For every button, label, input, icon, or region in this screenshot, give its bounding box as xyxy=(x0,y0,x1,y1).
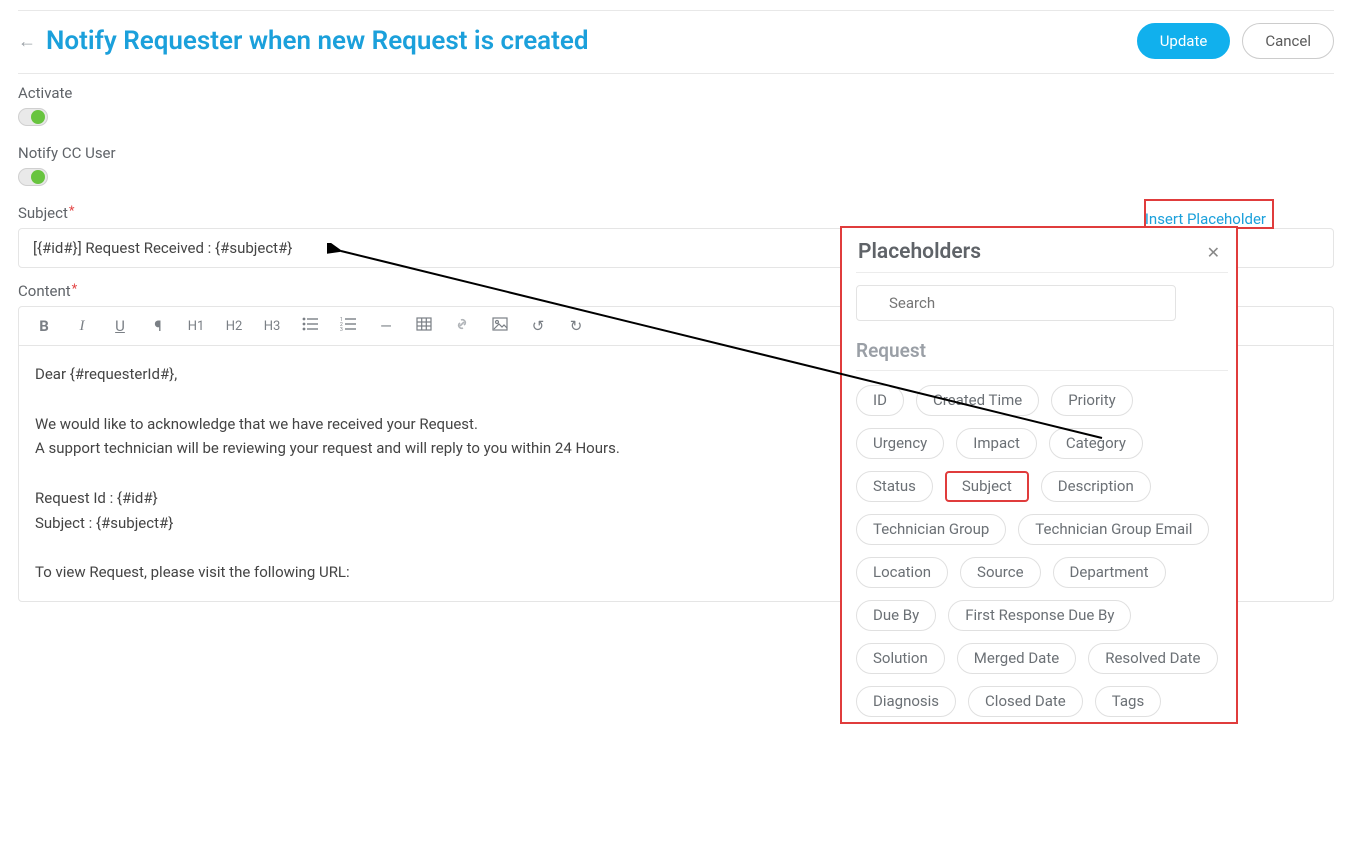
h1-icon[interactable]: H1 xyxy=(187,319,205,334)
chip-closed-date[interactable]: Closed Date xyxy=(968,686,1083,717)
chip-department[interactable]: Department xyxy=(1053,557,1166,588)
placeholders-title: Placeholders xyxy=(858,240,981,264)
chip-resolved-date[interactable]: Resolved Date xyxy=(1088,643,1217,674)
chip-source[interactable]: Source xyxy=(960,557,1040,588)
redo-icon[interactable]: ↻ xyxy=(567,317,585,335)
hr-icon[interactable]: — xyxy=(377,317,395,335)
close-icon[interactable]: ✕ xyxy=(1207,243,1220,262)
chip-due-by[interactable]: Due By xyxy=(856,600,936,631)
link-icon[interactable] xyxy=(453,317,471,335)
chip-created-time[interactable]: Created Time xyxy=(916,385,1039,416)
chip-impact[interactable]: Impact xyxy=(956,428,1037,459)
placeholder-search-input[interactable] xyxy=(856,285,1176,321)
svg-text:3: 3 xyxy=(340,327,343,331)
activate-label: Activate xyxy=(18,84,1334,102)
chip-status[interactable]: Status xyxy=(856,471,933,502)
underline-icon[interactable]: U xyxy=(111,317,129,335)
chip-category[interactable]: Category xyxy=(1049,428,1143,459)
notify-cc-label: Notify CC User xyxy=(18,144,1334,162)
undo-icon[interactable]: ↺ xyxy=(529,317,547,335)
placeholders-panel: Placeholders ✕ Request ID Created Time P… xyxy=(840,226,1238,724)
chip-id[interactable]: ID xyxy=(856,385,904,416)
back-arrow-icon[interactable]: ← xyxy=(18,31,36,52)
table-icon[interactable] xyxy=(415,317,433,335)
notify-cc-toggle[interactable] xyxy=(18,168,48,186)
chip-diagnosis[interactable]: Diagnosis xyxy=(856,686,956,717)
italic-icon[interactable]: I xyxy=(73,318,91,335)
h2-icon[interactable]: H2 xyxy=(225,319,243,334)
chip-technician-group[interactable]: Technician Group xyxy=(856,514,1006,545)
chip-urgency[interactable]: Urgency xyxy=(856,428,944,459)
cancel-button[interactable]: Cancel xyxy=(1242,23,1334,59)
bold-icon[interactable]: B xyxy=(35,317,53,335)
subject-label: Subject* xyxy=(18,204,1334,222)
chip-merged-date[interactable]: Merged Date xyxy=(957,643,1076,674)
chip-subject[interactable]: Subject xyxy=(945,471,1029,502)
chip-description[interactable]: Description xyxy=(1041,471,1151,502)
page-header: ← Notify Requester when new Request is c… xyxy=(18,23,1334,74)
update-button[interactable]: Update xyxy=(1137,23,1231,59)
chip-technician-group-email[interactable]: Technician Group Email xyxy=(1018,514,1209,545)
image-icon[interactable] xyxy=(491,317,509,335)
paragraph-icon[interactable]: ¶ xyxy=(149,317,167,335)
unordered-list-icon[interactable] xyxy=(301,317,319,335)
placeholder-section-title: Request xyxy=(856,339,1228,362)
chip-tags[interactable]: Tags xyxy=(1095,686,1161,717)
page-title: Notify Requester when new Request is cre… xyxy=(46,26,589,56)
chip-solution[interactable]: Solution xyxy=(856,643,945,674)
activate-toggle[interactable] xyxy=(18,108,48,126)
chip-first-response-due-by[interactable]: First Response Due By xyxy=(948,600,1131,631)
chip-location[interactable]: Location xyxy=(856,557,948,588)
chip-priority[interactable]: Priority xyxy=(1051,385,1132,416)
h3-icon[interactable]: H3 xyxy=(263,319,281,334)
ordered-list-icon[interactable]: 123 xyxy=(339,317,357,335)
